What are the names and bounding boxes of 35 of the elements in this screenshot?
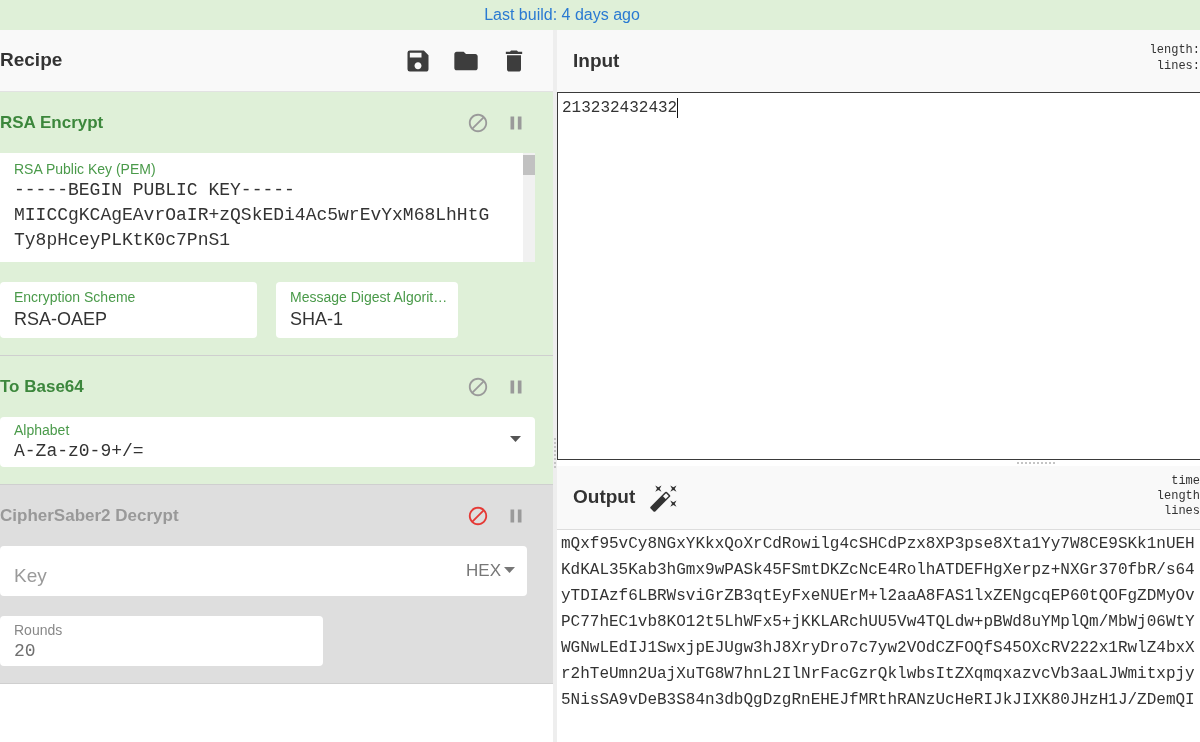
scrollbar-thumb[interactable] — [523, 155, 535, 175]
output-text: mQxf95vCy8NGxYKkxQoXrCdRowilg4cSHCdPzx8XP3pse8Xta1Yy7W8CE9SKk1nUEH KdKAL35Kab3hGmx9wPASk45FSmtDKZcNcE4RolhATDEFHgXerpz+NXGr370fbR/s64 yTDIAzf6LBRWsviGrZB3qtEyFxeNUErM+l2aaA8FAS1lxZENgcqEP60tQOFgZDMyOv PC77hEC1vb8KO12t5LhWFx5+jKKLARchUU5Vw4TQLdw+pBWd8uYMplQm/MbWj06WtY WGNwLEdIJ1SwxjpEJUgw3hJ8XryDro7c7yw2VOdCZFOQfS45OXcRV222x1RwlZ4bxX r2hTeUmn2UajXuTG8W7hnL2IlNrFacGzrQklwbsItZXqmqxazvcVb3aaLJWmitxpjy 5NisSA9vDeB3S84n3dbQgDzgRnEHEJfMRthRANzUcHeRIJkJIXK80JHzH1J/ZDemQI — [561, 534, 1195, 711]
field-label: Alphabet — [14, 421, 70, 439]
field-label: Rounds — [14, 621, 63, 639]
field-value: 20 — [14, 640, 36, 663]
input-stat: lines: — [1156, 58, 1200, 74]
operation-title: CipherSaber2 Decrypt — [0, 505, 179, 528]
input-textarea[interactable]: 213232432432 — [557, 92, 1200, 460]
field-label: Encryption Scheme — [14, 288, 136, 306]
disable-icon[interactable] — [467, 376, 489, 398]
operation-title: To Base64 — [0, 376, 84, 399]
field-value: RSA-OAEP — [14, 308, 108, 331]
field-value: A-Za-z0-9+/= — [14, 440, 144, 463]
input-title: Input — [573, 48, 620, 73]
text-cursor — [677, 98, 679, 118]
field-label: Message Digest Algorit… — [290, 288, 448, 306]
field-value: SHA-1 — [290, 308, 343, 331]
recipe-title: Recipe — [0, 48, 63, 73]
input-stat: length: — [1149, 42, 1200, 58]
operation-title: RSA Encrypt — [0, 112, 104, 135]
build-status-text: Last build: 4 days ago — [484, 5, 640, 25]
select-field[interactable]: Alphabet A-Za-z0-9+/= — [0, 417, 535, 467]
text-field[interactable]: Message Digest Algorit… SHA-1 — [276, 282, 458, 338]
pem-textarea[interactable]: RSA Public Key (PEM) -----BEGIN PUBLIC KEY----- MIICCgKCAgEAvrOaIR+zQSkEDi4Ac5wrEvYxM68LhHtG Ty8pHceyPLKtK0c7PnS1 — [0, 153, 535, 262]
caret-icon — [510, 436, 521, 442]
output-stat: time — [1171, 474, 1200, 489]
output-stat: lines — [1164, 504, 1200, 519]
output-stat: length — [1156, 489, 1200, 504]
text-field[interactable]: Encryption Scheme RSA-OAEP — [0, 282, 257, 338]
pem-text: -----BEGIN PUBLIC KEY----- MIICCgKCAgEAvrOaIR+zQSkEDi4Ac5wrEvYxM68LhHtG Ty8pHceyPLKtK0c7PnS1 — [14, 179, 490, 252]
field-label: RSA Public Key (PEM) — [14, 160, 156, 178]
input-text: 213232432432 — [562, 98, 678, 118]
caret-icon — [504, 567, 515, 573]
output-title: Output — [573, 485, 636, 510]
disable-icon[interactable] — [467, 112, 489, 134]
